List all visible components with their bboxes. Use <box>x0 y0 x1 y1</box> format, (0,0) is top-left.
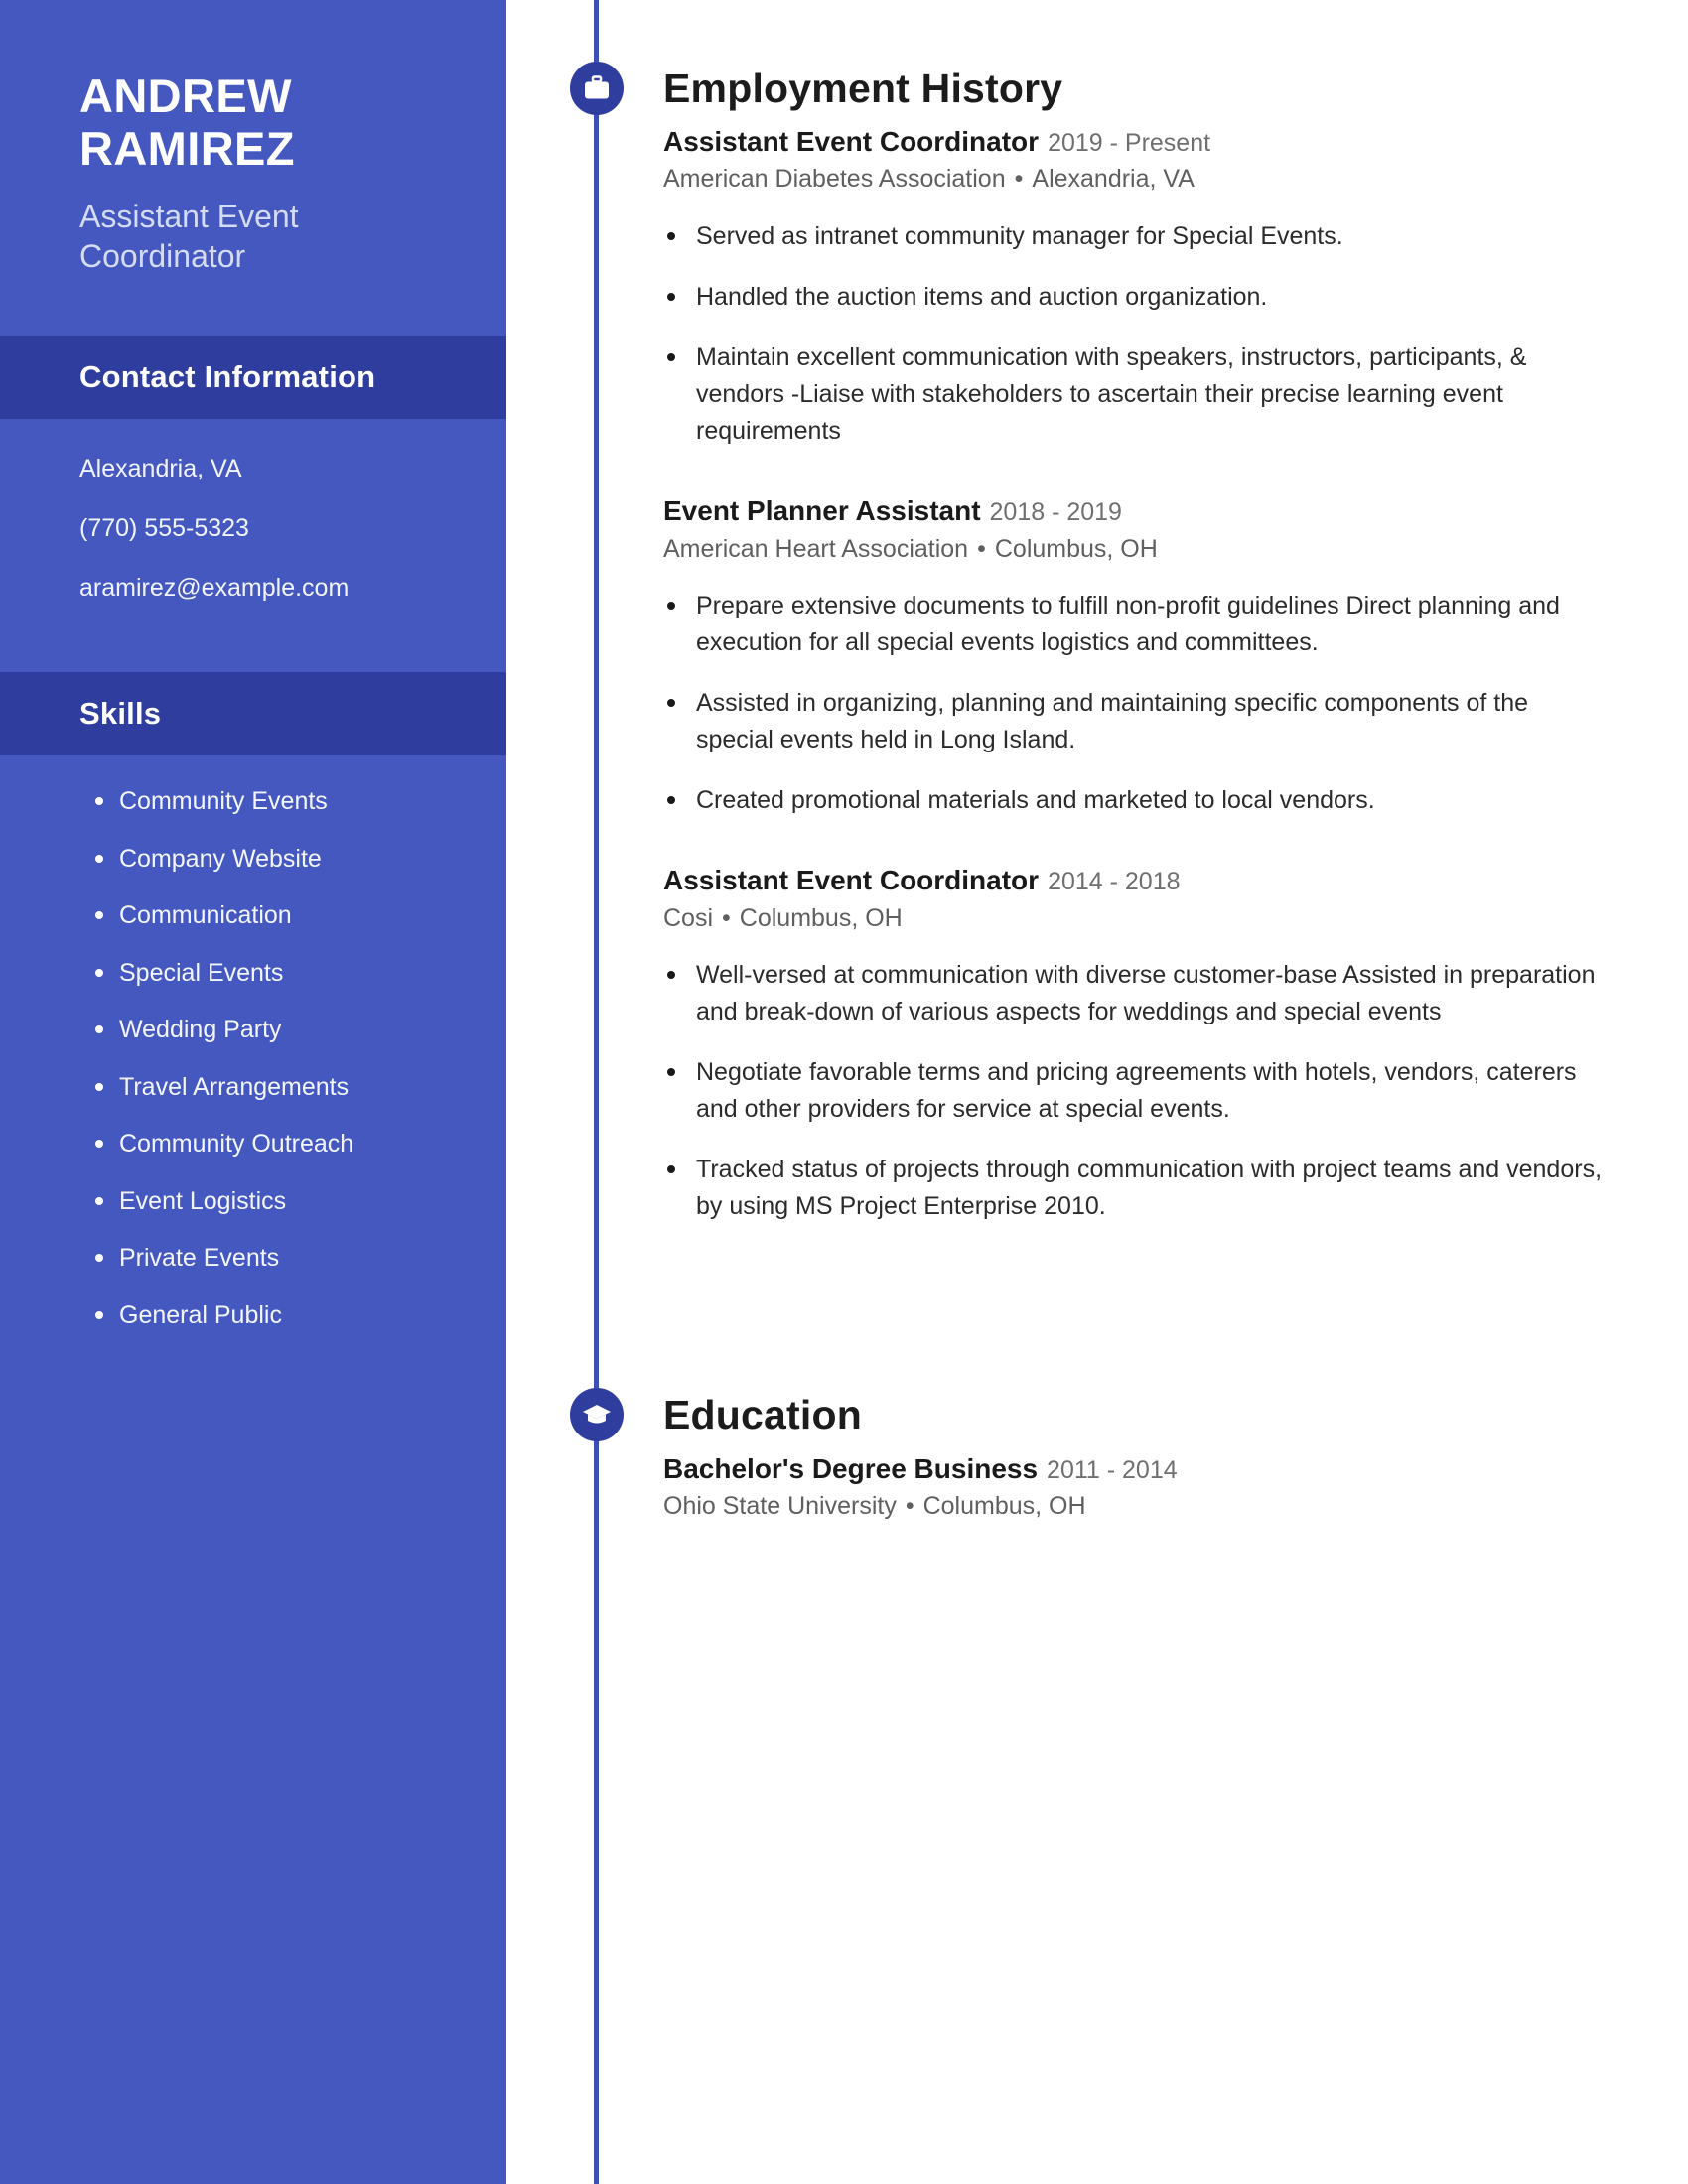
entry-spacer <box>663 450 1609 476</box>
employment-entry: Event Planner Assistant 2018 - 2019 Ameri… <box>663 493 1609 819</box>
entry-dates: 2014 - 2018 <box>1048 868 1181 896</box>
skill-item: General Public <box>87 1299 506 1332</box>
skills-heading: Skills <box>0 672 506 756</box>
entry-headline: Assistant Event Coordinator 2019 - Presen… <box>663 124 1609 160</box>
entry-company: American Heart Association <box>663 534 969 563</box>
degree-dates: 2011 - 2014 <box>1047 1455 1178 1484</box>
skill-item: Company Website <box>87 843 506 876</box>
entry-dates: 2018 - 2019 <box>989 498 1122 527</box>
meta-separator-dot: • <box>905 1491 914 1520</box>
contact-list: Alexandria, VA (770) 555-5323 aramirez@e… <box>0 419 506 624</box>
entry-job-title: Assistant Event Coordinator <box>663 865 1040 896</box>
entry-dates: 2019 - Present <box>1048 129 1211 158</box>
graduation-cap-icon <box>570 1388 624 1442</box>
entry-meta: Ohio State University • Columbus, OH <box>663 1490 1609 1524</box>
school-name: Ohio State University <box>663 1491 897 1520</box>
last-name: RAMIREZ <box>79 122 295 176</box>
duty-item: Assisted in organizing, planning and mai… <box>663 685 1609 758</box>
duty-item: Tracked status of projects through commu… <box>663 1152 1609 1225</box>
entry-location: Columbus, OH <box>739 903 903 932</box>
entry-headline: Bachelor's Degree Business 2011 - 2014 <box>663 1451 1609 1487</box>
contact-location: Alexandria, VA <box>79 455 242 483</box>
duty-item: Handled the auction items and auction or… <box>663 279 1609 316</box>
main-content: Employment History Assistant Event Coord… <box>506 0 1688 2184</box>
entry-location: Alexandria, VA <box>1032 165 1195 194</box>
skill-item: Communication <box>87 899 506 932</box>
briefcase-icon <box>570 62 624 115</box>
skill-item: Wedding Party <box>87 1014 506 1046</box>
entry-duties-list: Well-versed at communication with divers… <box>663 957 1609 1225</box>
education-entry: Bachelor's Degree Business 2011 - 2014 Oh… <box>663 1451 1609 1524</box>
duty-item: Well-versed at communication with divers… <box>663 957 1609 1030</box>
name-block: ANDREW RAMIREZ Assistant Event Coordinat… <box>0 0 506 276</box>
entry-meta: American Diabetes Association • Alexandria… <box>663 163 1609 197</box>
skill-item: Community Outreach <box>87 1128 506 1160</box>
education-section: Education Bachelor's Degree Business 2011… <box>506 1225 1688 1523</box>
entry-company: Cosi <box>663 903 714 932</box>
employment-history-section: Employment History Assistant Event Coord… <box>506 0 1688 1225</box>
skill-item: Event Logistics <box>87 1185 506 1218</box>
job-title-subtitle: Assistant Event Coordinator <box>79 199 299 275</box>
skill-item: Special Events <box>87 957 506 990</box>
skill-item: Travel Arrangements <box>87 1071 506 1104</box>
employment-history-title: Employment History <box>663 66 1063 111</box>
meta-separator-dot: • <box>977 534 986 563</box>
skill-item: Community Events <box>87 785 506 818</box>
duty-item: Served as intranet community manager for… <box>663 218 1609 255</box>
duty-item: Prepare extensive documents to fulfill n… <box>663 588 1609 661</box>
duty-item: Created promotional materials and market… <box>663 782 1609 819</box>
meta-separator-dot: • <box>1014 165 1024 194</box>
entry-headline: Assistant Event Coordinator 2014 - 2018 <box>663 863 1609 898</box>
skills-list: Community Events Company Website Communi… <box>0 755 506 1331</box>
entry-job-title: Assistant Event Coordinator <box>663 126 1040 158</box>
contact-email[interactable]: aramirez@example.com <box>79 572 506 606</box>
resume-page: ANDREW RAMIREZ Assistant Event Coordinat… <box>0 0 1688 2184</box>
sidebar: ANDREW RAMIREZ Assistant Event Coordinat… <box>0 0 506 2184</box>
entry-location: Columbus, OH <box>994 534 1158 563</box>
first-name: ANDREW <box>79 69 292 122</box>
entry-job-title: Event Planner Assistant <box>663 495 981 527</box>
school-location: Columbus, OH <box>922 1491 1086 1520</box>
entry-duties-list: Served as intranet community manager for… <box>663 218 1609 450</box>
entry-meta: American Heart Association • Columbus, OH <box>663 533 1609 567</box>
skill-item: Private Events <box>87 1242 506 1275</box>
employment-entry: Assistant Event Coordinator 2019 - Presen… <box>663 124 1609 450</box>
contact-information-heading: Contact Information <box>0 336 506 420</box>
duty-item: Negotiate favorable terms and pricing ag… <box>663 1054 1609 1128</box>
contact-phone[interactable]: (770) 555-5323 <box>79 512 506 546</box>
entry-company: American Diabetes Association <box>663 165 1006 194</box>
duty-item: Maintain excellent communication with sp… <box>663 340 1609 450</box>
education-title: Education <box>663 1392 862 1438</box>
entry-spacer <box>663 819 1609 845</box>
employment-entry: Assistant Event Coordinator 2014 - 2018 C… <box>663 863 1609 1225</box>
entry-duties-list: Prepare extensive documents to fulfill n… <box>663 588 1609 819</box>
degree-title: Bachelor's Degree Business <box>663 1452 1039 1484</box>
entry-headline: Event Planner Assistant 2018 - 2019 <box>663 493 1609 529</box>
meta-separator-dot: • <box>722 903 731 932</box>
entry-meta: Cosi • Columbus, OH <box>663 902 1609 936</box>
